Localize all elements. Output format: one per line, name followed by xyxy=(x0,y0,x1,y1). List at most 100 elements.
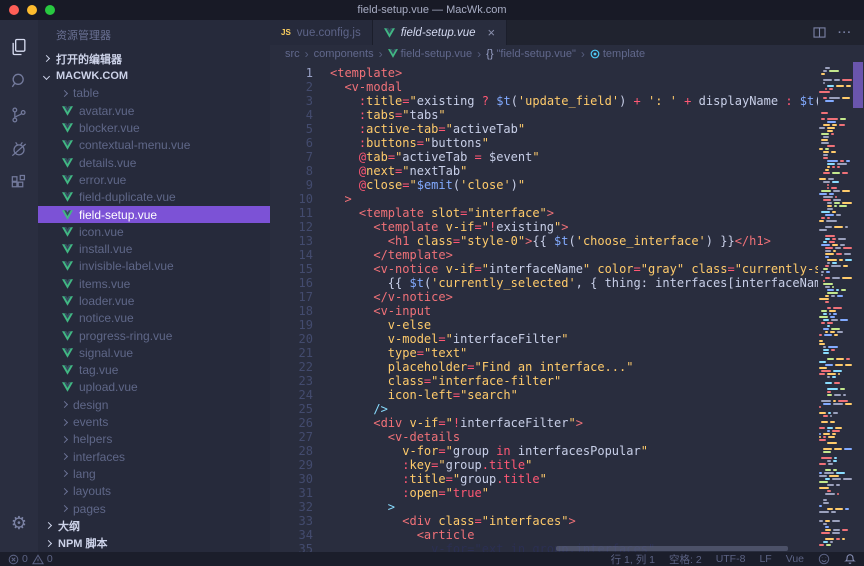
settings-gear-icon[interactable]: ⚙ xyxy=(11,513,27,534)
debug-icon[interactable] xyxy=(0,132,38,166)
tree-item-progress-ring.vue[interactable]: progress-ring.vue xyxy=(38,327,270,344)
code-line-21[interactable]: 21 type="text" xyxy=(270,346,818,360)
breadcrumb-item-4[interactable]: {}"field-setup.vue" xyxy=(486,48,576,60)
maximize-window-button[interactable] xyxy=(45,5,55,15)
code-line-26[interactable]: 26 <div v-if="!interfaceFilter"> xyxy=(270,416,818,430)
tree-item-table[interactable]: table xyxy=(38,85,270,102)
code-line-9[interactable]: 9 @close="$emit('close')" xyxy=(270,178,818,192)
scrollbar-thumb[interactable] xyxy=(853,62,863,108)
breadcrumb-item-3[interactable]: field-setup.vue xyxy=(388,48,473,60)
feedback-smiley-icon[interactable] xyxy=(818,553,830,565)
code-line-19[interactable]: 19 v-else xyxy=(270,318,818,332)
tree-item-items.vue[interactable]: items.vue xyxy=(38,275,270,292)
tree-item-blocker.vue[interactable]: blocker.vue xyxy=(38,119,270,136)
tree-item-error.vue[interactable]: error.vue xyxy=(38,171,270,188)
source-control-icon[interactable] xyxy=(0,98,38,132)
code-line-10[interactable]: 10 > xyxy=(270,192,818,206)
code-line-3[interactable]: 3 :title="existing ? $t('update_field') … xyxy=(270,94,818,108)
more-actions-icon[interactable]: ··· xyxy=(838,27,852,39)
tree-item-loader.vue[interactable]: loader.vue xyxy=(38,292,270,309)
code-line-29[interactable]: 29 :key="group.title" xyxy=(270,458,818,472)
tree-item-field-setup.vue[interactable]: field-setup.vue xyxy=(38,206,270,223)
code-line-4[interactable]: 4 :tabs="tabs" xyxy=(270,108,818,122)
breadcrumb-item-2[interactable]: components xyxy=(314,48,374,60)
encoding[interactable]: UTF-8 xyxy=(716,553,746,565)
code-line-2[interactable]: 2 <v-modal xyxy=(270,80,818,94)
notifications-bell-icon[interactable] xyxy=(844,553,856,565)
minimize-window-button[interactable] xyxy=(27,5,37,15)
eol-sequence[interactable]: LF xyxy=(759,553,771,565)
code-line-15[interactable]: 15 <v-notice v-if="interfaceName" color=… xyxy=(270,262,818,276)
code-line-14[interactable]: 14 </template> xyxy=(270,248,818,262)
split-editor-icon[interactable] xyxy=(813,27,826,38)
tree-item-events[interactable]: events xyxy=(38,413,270,430)
tree-item-pages[interactable]: pages xyxy=(38,500,270,517)
line-number: 14 xyxy=(270,248,330,262)
code-line-32[interactable]: 32 > xyxy=(270,500,818,514)
errors-indicator[interactable]: 0 xyxy=(8,553,28,565)
breadcrumb-item-5[interactable]: template xyxy=(590,48,645,60)
tree-item-design[interactable]: design xyxy=(38,396,270,413)
warnings-indicator[interactable]: 0 xyxy=(32,553,53,565)
vue-icon xyxy=(62,261,73,271)
code-line-24[interactable]: 24 icon-left="search" xyxy=(270,388,818,402)
tree-item-helpers[interactable]: helpers xyxy=(38,431,270,448)
code-line-13[interactable]: 13 <h1 class="style-0">{{ $t('choose_int… xyxy=(270,234,818,248)
extensions-icon[interactable] xyxy=(0,166,38,200)
code-line-5[interactable]: 5 :active-tab="activeTab" xyxy=(270,122,818,136)
tree-item-notice.vue[interactable]: notice.vue xyxy=(38,310,270,327)
language-mode[interactable]: Vue xyxy=(786,553,804,565)
code-line-17[interactable]: 17 </v-notice> xyxy=(270,290,818,304)
breadcrumb-item-1[interactable]: src xyxy=(285,48,300,60)
code-line-22[interactable]: 22 placeholder="Find an interface..." xyxy=(270,360,818,374)
code-line-27[interactable]: 27 <v-details xyxy=(270,430,818,444)
indentation[interactable]: 空格: 2 xyxy=(669,552,702,566)
code-line-8[interactable]: 8 @next="nextTab" xyxy=(270,164,818,178)
workspace-root-section[interactable]: MACWK.COM xyxy=(38,67,270,84)
code-line-1[interactable]: 1<template> xyxy=(270,66,818,80)
tree-item-layouts[interactable]: layouts xyxy=(38,483,270,500)
open-editors-section[interactable]: 打开的编辑器 xyxy=(38,50,270,67)
code-line-31[interactable]: 31 :open="true" xyxy=(270,486,818,500)
code-line-33[interactable]: 33 <div class="interfaces"> xyxy=(270,514,818,528)
code-line-12[interactable]: 12 <template v-if="!existing"> xyxy=(270,220,818,234)
tab-vue.config.js[interactable]: JSvue.config.js xyxy=(270,20,373,45)
cursor-position[interactable]: 行 1, 列 1 xyxy=(611,552,655,566)
npm-scripts-section[interactable]: NPM 脚本 xyxy=(38,535,270,552)
explorer-icon[interactable] xyxy=(0,30,38,64)
search-icon[interactable] xyxy=(0,64,38,98)
code-line-16[interactable]: 16 {{ $t('currently_selected', { thing: … xyxy=(270,276,818,290)
tree-item-tag.vue[interactable]: tag.vue xyxy=(38,362,270,379)
tree-item-interfaces[interactable]: interfaces xyxy=(38,448,270,465)
tree-item-icon.vue[interactable]: icon.vue xyxy=(38,223,270,240)
tab-field-setup.vue[interactable]: field-setup.vue× xyxy=(373,20,507,45)
vertical-scrollbar[interactable] xyxy=(852,62,864,552)
close-tab-icon[interactable]: × xyxy=(488,28,496,38)
close-window-button[interactable] xyxy=(9,5,19,15)
tree-item-signal.vue[interactable]: signal.vue xyxy=(38,344,270,361)
tree-item-details.vue[interactable]: details.vue xyxy=(38,154,270,171)
tree-item-upload.vue[interactable]: upload.vue xyxy=(38,379,270,396)
code-line-28[interactable]: 28 v-for="group in interfacesPopular" xyxy=(270,444,818,458)
code-line-20[interactable]: 20 v-model="interfaceFilter" xyxy=(270,332,818,346)
code-line-6[interactable]: 6 :buttons="buttons" xyxy=(270,136,818,150)
horizontal-scrollbar[interactable] xyxy=(556,546,788,551)
tree-item-field-duplicate.vue[interactable]: field-duplicate.vue xyxy=(38,189,270,206)
code-editor[interactable]: 1<template>2 <v-modal3 :title="existing … xyxy=(270,62,864,552)
window-controls[interactable] xyxy=(9,0,55,20)
code-line-7[interactable]: 7 @tab="activeTab = $event" xyxy=(270,150,818,164)
tree-item-invisible-label.vue[interactable]: invisible-label.vue xyxy=(38,258,270,275)
outline-section[interactable]: 大纲 xyxy=(38,517,270,534)
vue-icon xyxy=(62,382,73,392)
code-line-18[interactable]: 18 <v-input xyxy=(270,304,818,318)
tree-item-avatar.vue[interactable]: avatar.vue xyxy=(38,102,270,119)
minimap[interactable] xyxy=(818,62,852,552)
tree-item-install.vue[interactable]: install.vue xyxy=(38,240,270,257)
tree-item-lang[interactable]: lang xyxy=(38,465,270,482)
code-line-30[interactable]: 30 :title="group.title" xyxy=(270,472,818,486)
code-line-34[interactable]: 34 <article xyxy=(270,528,818,542)
code-line-11[interactable]: 11 <template slot="interface"> xyxy=(270,206,818,220)
code-line-23[interactable]: 23 class="interface-filter" xyxy=(270,374,818,388)
tree-item-contextual-menu.vue[interactable]: contextual-menu.vue xyxy=(38,137,270,154)
code-line-25[interactable]: 25 /> xyxy=(270,402,818,416)
